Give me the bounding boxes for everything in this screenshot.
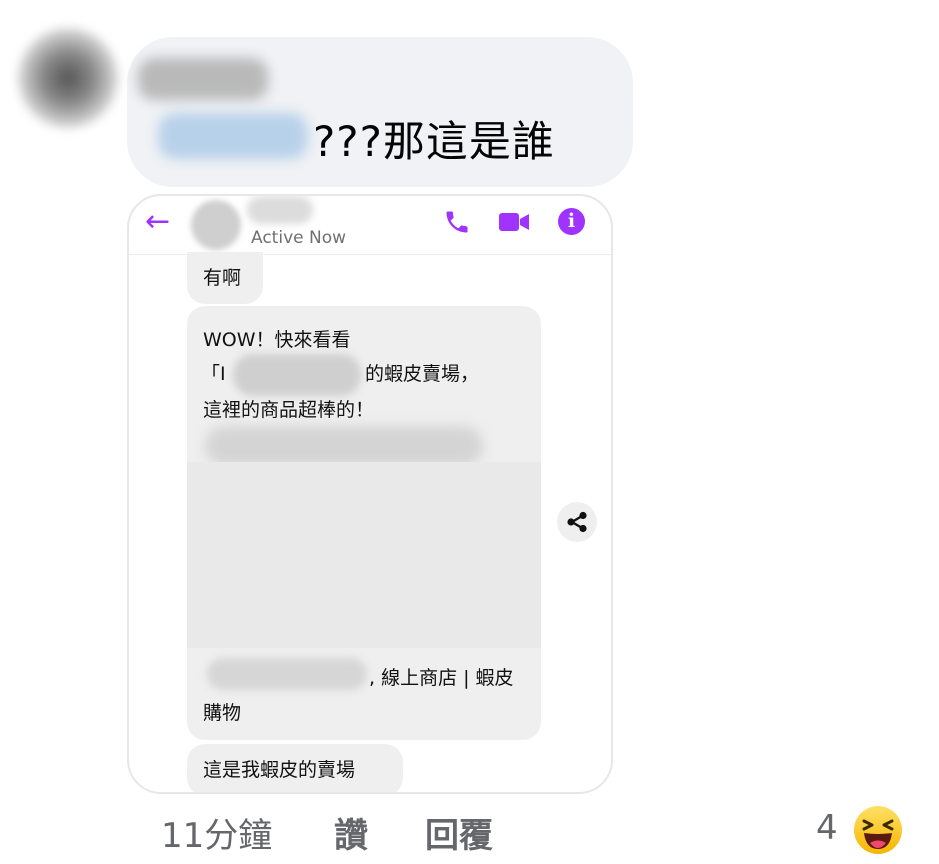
- active-status: Active Now: [251, 228, 347, 248]
- shop-link-redacted: [205, 426, 483, 466]
- commenter-name-redacted[interactable]: [138, 58, 268, 100]
- commenter-avatar[interactable]: [18, 28, 118, 128]
- link-share-message: WOW！快來看看 「I 的蝦皮賣場， 這裡的商品超棒的！ , 線上商店 | 蝦皮…: [187, 306, 541, 740]
- haha-emoji-icon[interactable]: [852, 804, 904, 856]
- message-text: 的蝦皮賣場，: [365, 363, 480, 385]
- info-icon: i: [558, 208, 585, 235]
- preview-title-redacted: [207, 658, 367, 690]
- mention-tag-redacted[interactable]: [158, 113, 308, 159]
- message-bubble: 有啊: [187, 252, 263, 304]
- link-preview-image: [187, 462, 541, 648]
- reaction-count[interactable]: 4: [816, 808, 838, 848]
- messenger-screenshot: ← Active Now i 有啊 WOW！快來看看 「I 的蝦皮賣場， 這裡的…: [127, 194, 613, 794]
- shop-name-redacted: [233, 354, 361, 396]
- message-text: 有啊: [203, 267, 242, 289]
- video-camera-icon: [499, 213, 529, 231]
- reply-button[interactable]: 回覆: [425, 808, 493, 857]
- share-icon: [567, 511, 587, 533]
- message-text: 這是我蝦皮的賣場: [203, 759, 356, 781]
- message-text: WOW！快來看看: [203, 329, 351, 351]
- preview-subtitle: 購物: [203, 702, 242, 724]
- back-arrow-icon: ←: [145, 204, 171, 239]
- message-bubble: 這是我蝦皮的賣場: [187, 744, 403, 792]
- contact-name-redacted: [247, 196, 313, 224]
- comment-timestamp[interactable]: 11分鐘: [161, 808, 272, 857]
- comment-text: ???那這是誰: [313, 117, 555, 166]
- messenger-header: ← Active Now i: [129, 196, 611, 255]
- like-button[interactable]: 讚: [334, 808, 368, 857]
- share-button: [557, 502, 597, 542]
- message-text: 「I: [201, 363, 226, 385]
- contact-avatar-redacted: [191, 200, 241, 250]
- message-text: 這裡的商品超棒的！: [203, 399, 375, 421]
- phone-icon: [446, 211, 468, 233]
- preview-title: , 線上商店 | 蝦皮: [369, 667, 514, 689]
